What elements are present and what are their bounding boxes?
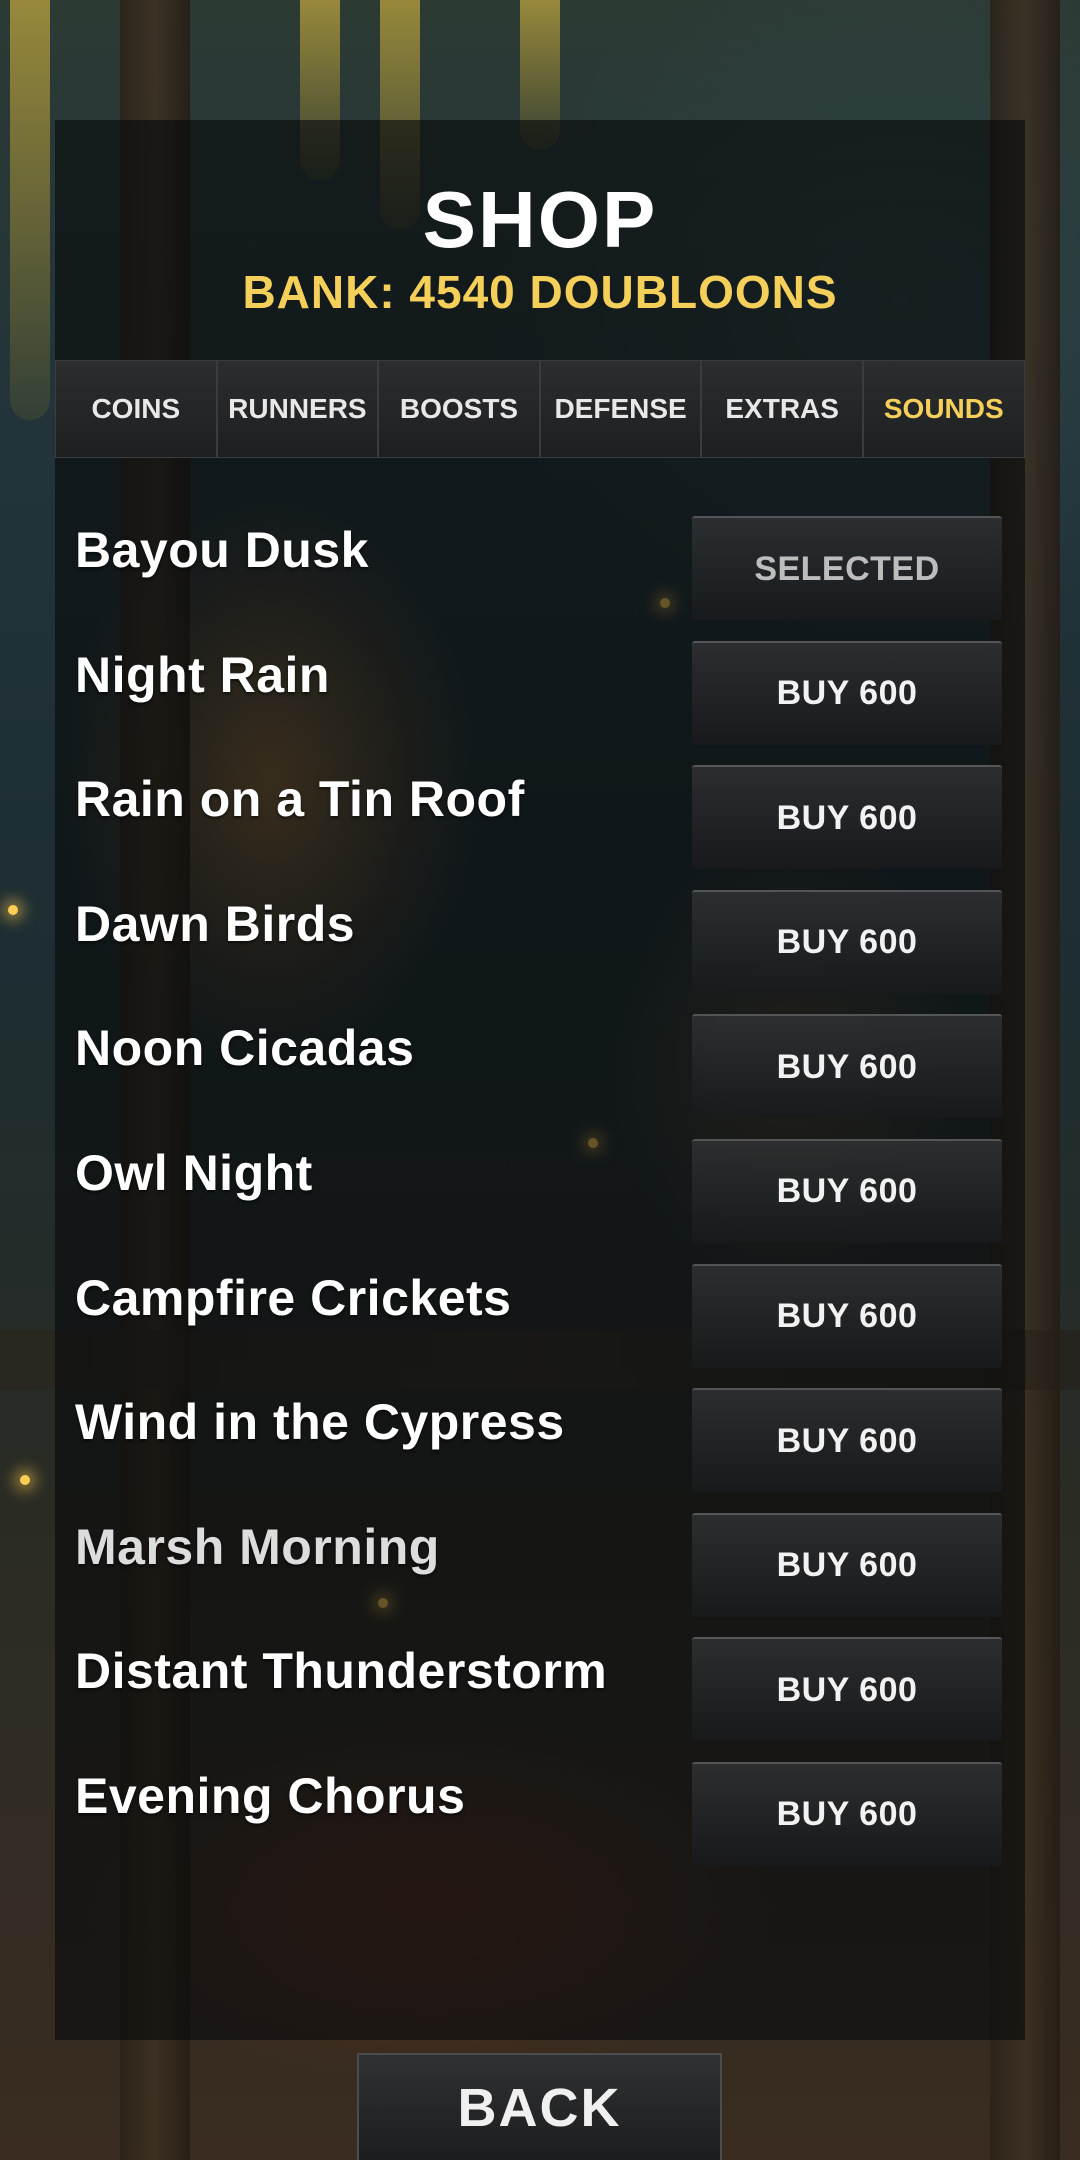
list-item: Dawn Birds BUY 600 bbox=[75, 886, 1005, 1011]
selected-button[interactable]: SELECTED bbox=[692, 516, 1002, 620]
firefly bbox=[8, 905, 18, 915]
sound-name: Noon Cicadas bbox=[75, 1020, 415, 1077]
buy-button[interactable]: BUY 600 bbox=[692, 889, 1002, 994]
list-item: Bayou Dusk SELECTED bbox=[75, 512, 1005, 637]
page-title: SHOP bbox=[422, 175, 658, 264]
list-item: Noon Cicadas BUY 600 bbox=[75, 1010, 1005, 1135]
sound-name: Campfire Crickets bbox=[75, 1269, 512, 1326]
buy-button[interactable]: BUY 600 bbox=[692, 640, 1002, 745]
buy-button[interactable]: BUY 600 bbox=[692, 1263, 1002, 1368]
buy-button[interactable]: BUY 600 bbox=[692, 1388, 1002, 1493]
list-item: Rain on a Tin Roof BUY 600 bbox=[75, 761, 1005, 886]
sound-name: Wind in the Cypress bbox=[75, 1394, 565, 1451]
buy-button[interactable]: BUY 600 bbox=[692, 765, 1002, 870]
firefly bbox=[20, 1475, 30, 1485]
buy-button[interactable]: BUY 600 bbox=[692, 1138, 1002, 1243]
sound-name: Rain on a Tin Roof bbox=[75, 771, 525, 828]
tab-boosts[interactable]: BOOSTS bbox=[378, 360, 540, 458]
sound-list: Bayou Dusk SELECTED Night Rain BUY 600 R… bbox=[75, 512, 1005, 1883]
tab-sounds[interactable]: SOUNDS bbox=[862, 360, 1025, 458]
list-item: Evening Chorus BUY 600 bbox=[75, 1758, 1005, 1883]
list-item: Marsh Morning BUY 600 bbox=[75, 1509, 1005, 1634]
sound-name: Marsh Morning bbox=[75, 1518, 440, 1575]
category-tabs: COINS RUNNERS BOOSTS DEFENSE EXTRAS SOUN… bbox=[55, 360, 1025, 460]
back-button[interactable]: BACK bbox=[357, 2053, 722, 2160]
sound-name: Owl Night bbox=[75, 1144, 313, 1201]
tab-defense[interactable]: DEFENSE bbox=[539, 360, 702, 458]
list-item: Campfire Crickets BUY 600 bbox=[75, 1260, 1005, 1385]
list-item: Owl Night BUY 600 bbox=[75, 1135, 1005, 1260]
tab-runners[interactable]: RUNNERS bbox=[216, 360, 379, 458]
list-item: Wind in the Cypress BUY 600 bbox=[75, 1384, 1005, 1509]
list-item: Night Rain BUY 600 bbox=[75, 637, 1005, 762]
tab-extras[interactable]: EXTRAS bbox=[701, 360, 863, 458]
sound-name: Evening Chorus bbox=[75, 1767, 466, 1824]
tab-coins[interactable]: COINS bbox=[55, 360, 217, 458]
buy-button[interactable]: BUY 600 bbox=[692, 1512, 1002, 1617]
sound-name: Night Rain bbox=[75, 646, 330, 703]
sound-name: Dawn Birds bbox=[75, 895, 356, 952]
bank-balance: BANK: 4540 DOUBLOONS bbox=[242, 266, 838, 318]
buy-button[interactable]: BUY 600 bbox=[692, 1637, 1002, 1742]
buy-button[interactable]: BUY 600 bbox=[692, 1761, 1002, 1866]
buy-button[interactable]: BUY 600 bbox=[692, 1014, 1002, 1119]
list-item: Distant Thunderstorm BUY 600 bbox=[75, 1633, 1005, 1758]
sound-name: Distant Thunderstorm bbox=[75, 1643, 608, 1700]
sound-name: Bayou Dusk bbox=[75, 522, 369, 578]
